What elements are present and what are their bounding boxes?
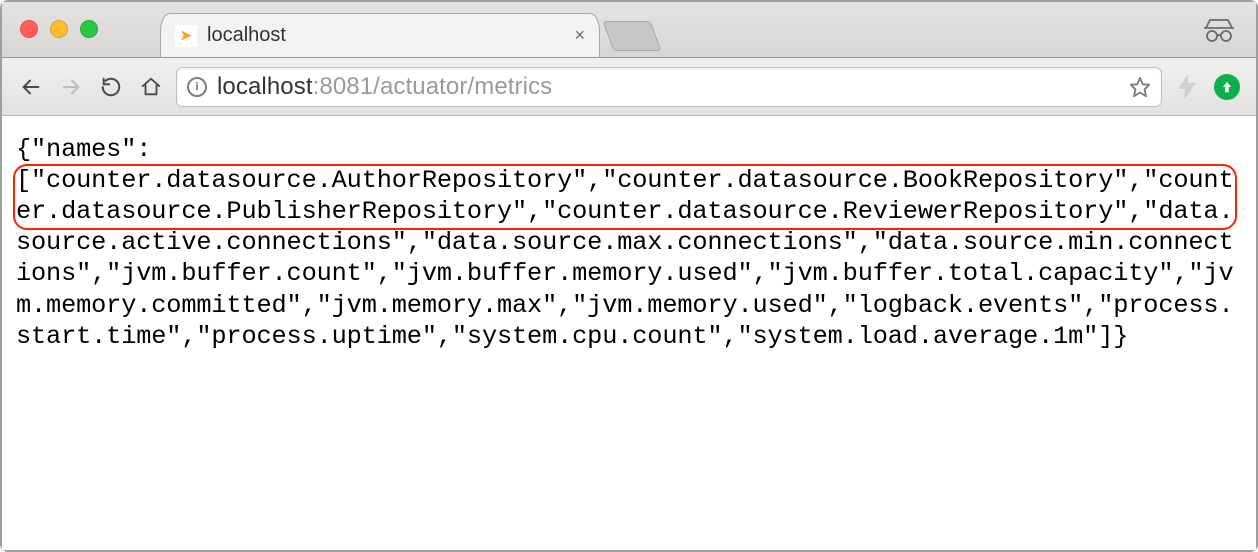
page-content: {"names": ["counter.datasource.AuthorRep…	[2, 116, 1256, 550]
home-button[interactable]	[136, 72, 166, 102]
tab-title: localhost	[207, 24, 564, 47]
window-controls	[20, 20, 98, 38]
forward-button[interactable]	[56, 72, 86, 102]
address-bar[interactable]: i localhost:8081/actuator/metrics	[176, 67, 1162, 107]
site-info-icon[interactable]: i	[187, 77, 207, 97]
window-zoom-button[interactable]	[80, 20, 98, 38]
browser-toolbar: i localhost:8081/actuator/metrics	[2, 58, 1256, 116]
extension-bolt-icon[interactable]	[1172, 72, 1202, 102]
reload-button[interactable]	[96, 72, 126, 102]
browser-tab[interactable]: ➤ localhost ×	[160, 13, 600, 57]
url-host: localhost	[217, 73, 313, 100]
new-tab-button[interactable]	[603, 21, 662, 51]
tab-close-button[interactable]: ×	[574, 25, 585, 46]
window-close-button[interactable]	[20, 20, 38, 38]
url-text: localhost:8081/actuator/metrics	[217, 73, 1119, 101]
json-response-body: {"names": ["counter.datasource.AuthorRep…	[16, 134, 1242, 352]
window-minimize-button[interactable]	[50, 20, 68, 38]
url-path: :8081/actuator/metrics	[313, 73, 553, 100]
back-button[interactable]	[16, 72, 46, 102]
extension-upload-icon[interactable]	[1212, 72, 1242, 102]
tab-favicon-icon: ➤	[175, 25, 197, 47]
window-titlebar: ➤ localhost ×	[2, 2, 1256, 58]
incognito-icon	[1202, 16, 1236, 44]
bookmark-star-icon[interactable]	[1129, 76, 1151, 98]
